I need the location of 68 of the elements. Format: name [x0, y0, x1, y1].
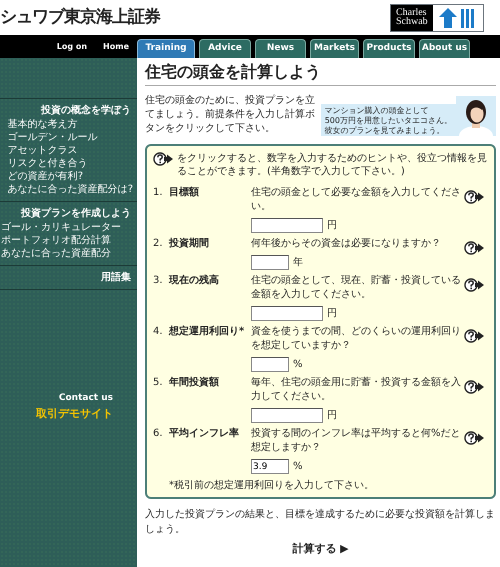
sidebar-item[interactable]: あなたに合った資産配分は? — [8, 183, 133, 196]
sidebar-heading[interactable]: 投資の概念を学ぼう — [0, 103, 137, 118]
unit-label: 円 — [327, 306, 337, 321]
question-text: 資金を使うまでの間、どのくらいの運用利回りを想定していますか？ — [251, 325, 462, 354]
footnote-text: *税引前の想定運用利回りを入力して下さい。 — [168, 478, 375, 494]
nav-tab[interactable]: Advice — [199, 39, 251, 58]
intro-text: 住宅の頭金のために、投資プランを立てましょう。前提条件を入力し計算ボタンをクリックして下さい。 — [145, 94, 316, 136]
sidebar-item[interactable]: ゴールデン・ルール — [8, 131, 133, 144]
field-label: 現在の残高 — [169, 274, 220, 288]
sidebar-item[interactable]: どの資産が有利? — [8, 170, 133, 183]
question-text: 住宅の頭金として、現在、貯蓄・投資している金額を入力してください。 — [251, 274, 462, 302]
input-field[interactable] — [251, 218, 323, 234]
unit-label: 円 — [327, 408, 337, 423]
row-number: 6. — [153, 427, 164, 442]
sidebar-heading[interactable]: 投資プランを作成しよう — [0, 206, 137, 221]
unit-label: % — [293, 460, 303, 474]
help-icon[interactable] — [464, 380, 484, 394]
question-text: 何年後からその資金は必要になりますか？ — [251, 237, 442, 252]
contact-link[interactable]: Contact us — [58, 392, 113, 406]
help-icon[interactable] — [464, 190, 484, 204]
row-number: 4. — [153, 325, 164, 340]
help-icon[interactable] — [464, 431, 484, 446]
field-label: 年間投資額 — [169, 376, 220, 390]
promo-text[interactable]: マンション購入の頭金として 500万円を用意したいタエコさん。 彼女のプランを見てみましょう。 — [320, 104, 456, 136]
logo-text: Charles Schwab — [391, 4, 433, 30]
question-text: 投資する間のインフレ率は平均すると何%だと想定しますか？ — [251, 427, 462, 456]
sidebar-item[interactable]: 基本的な考え方 — [8, 118, 133, 131]
field-label: 想定運用利回り* — [169, 325, 246, 340]
demo-link[interactable]: 取引デモサイト — [36, 406, 113, 420]
help-icon — [153, 152, 173, 166]
sidebar-item[interactable]: アセットクラス — [8, 144, 133, 157]
input-field[interactable] — [251, 255, 289, 270]
nav-tab[interactable]: Markets — [310, 39, 359, 58]
nav-tab[interactable]: Products — [363, 39, 415, 58]
input-field[interactable] — [251, 408, 323, 424]
question-text: 住宅の頭金として必要な金額を入力してください。 — [251, 186, 462, 214]
question-text: 毎年、住宅の頭金用に貯蓄・投資する金額を入力してください。 — [251, 376, 462, 404]
site-name: シュワブ東京海上証券 — [0, 6, 160, 29]
nav-link[interactable]: Log on — [56, 40, 88, 52]
page-title: 住宅の頭金を計算しよう — [145, 62, 496, 86]
unit-label: 円 — [327, 218, 337, 233]
row-number: 1. — [153, 186, 164, 200]
help-icon[interactable] — [464, 241, 484, 256]
nav-tab[interactable]: News — [255, 39, 306, 58]
sidebar-item[interactable]: ゴール・カリキュレーター — [1, 221, 121, 234]
field-label: 目標額 — [169, 186, 200, 200]
help-icon[interactable] — [464, 278, 484, 292]
sidebar-heading[interactable]: 用語集 — [0, 270, 137, 285]
input-field[interactable] — [251, 357, 289, 372]
field-label: 投資期間 — [169, 237, 210, 252]
sidebar-item[interactable]: リスクと付き合う — [8, 157, 133, 170]
nav-link[interactable]: Home — [103, 40, 129, 52]
row-number: 2. — [153, 237, 164, 252]
sidebar-item[interactable]: ポートフォリオ配分計算 — [1, 234, 121, 247]
nav-tab[interactable]: About us — [419, 39, 470, 58]
nav-tab[interactable]: Training — [137, 39, 195, 58]
summary-text: 入力した投資プランの結果と、目標を達成するために必要な投資額を計算しましょう。 — [145, 508, 496, 538]
row-number: 3. — [153, 274, 164, 288]
sidebar-item[interactable]: あなたに合った資産配分 — [1, 247, 121, 260]
calculate-button[interactable]: 計算する ▶ — [292, 541, 349, 558]
unit-label: % — [293, 358, 303, 372]
input-field[interactable] — [251, 306, 323, 322]
hint-text: をクリックすると、数字を入力するためのヒントや、役立つ情報を見ることができます。(半角数字で入力して下さい。) — [177, 152, 488, 178]
field-label: 平均インフレ率 — [169, 427, 240, 442]
unit-label: 年 — [293, 256, 303, 270]
input-field[interactable]: 3.9 — [251, 459, 289, 474]
row-number: 5. — [153, 376, 164, 390]
help-icon[interactable] — [464, 329, 484, 344]
